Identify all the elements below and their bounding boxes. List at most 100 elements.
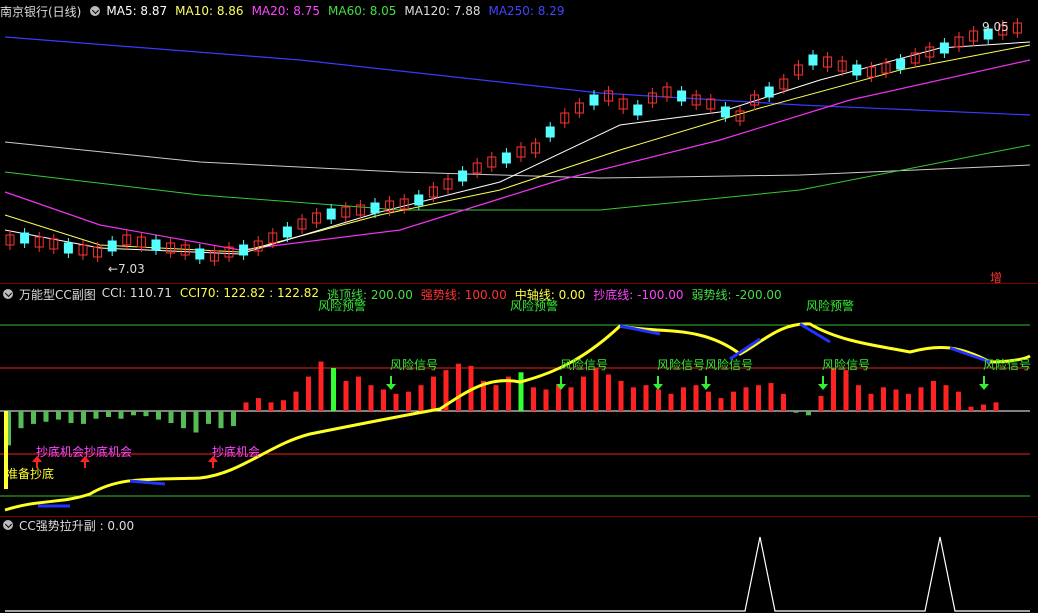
kline-header: 南京银行(日线) MA5: 8.87 MA10: 8.86 MA20: 8.75 MA…: [0, 1, 565, 21]
cci-bar: [518, 372, 524, 411]
cci-legend-item: CCI: 110.71: [101, 285, 172, 300]
candle-body: [545, 126, 555, 138]
cci-bar: [993, 402, 999, 411]
cci-header: 万能型CC副图 CCI: 110.71 CCI70: 122.82 : 122.8…: [0, 284, 782, 304]
warn-signal-label: 风险预警: [806, 298, 854, 313]
cci-title[interactable]: 万能型CC副图: [19, 286, 96, 303]
candle-body: [458, 170, 468, 182]
cci-bar: [618, 380, 624, 411]
candle-body: [720, 106, 730, 118]
cci-bar: [356, 376, 361, 411]
candle-body: [852, 64, 862, 76]
cci-bar: [693, 385, 699, 411]
cci-bar: [406, 391, 411, 411]
candle-body: [808, 54, 818, 66]
surge-title[interactable]: CC强势拉升副 : 0.00: [19, 517, 134, 534]
cci-bar: [106, 411, 111, 418]
cci-bar: [231, 411, 236, 427]
buy-signal-label: 抄底机会: [84, 444, 132, 459]
down-arrow-icon: [818, 376, 828, 390]
cci-bar: [131, 411, 136, 416]
cci-bar: [318, 361, 324, 411]
candle-body: [195, 248, 205, 260]
cci-bar: [981, 404, 986, 411]
cci-bar: [118, 411, 124, 419]
candle-body: [633, 104, 643, 116]
cci-bar: [918, 387, 924, 411]
stock-title[interactable]: 南京银行(日线): [0, 3, 81, 20]
cci-bar: [531, 387, 536, 411]
candle-body: [107, 240, 117, 252]
cci-bar: [393, 393, 399, 411]
ma-legend: MA5: 8.87 MA10: 8.86 MA20: 8.75 MA60: 8.05 M…: [106, 4, 564, 18]
cci-bar: [606, 374, 611, 411]
cci-bar: [168, 411, 174, 424]
cci-bar: [743, 387, 749, 411]
cci-bar: [806, 411, 811, 416]
cci-bar: [718, 398, 724, 411]
cci-bar: [256, 398, 261, 411]
surge-panel[interactable]: CC强势拉升副 : 0.00: [0, 517, 1038, 613]
cci-bar: [218, 411, 224, 429]
cci-bar: [268, 402, 274, 411]
candle-body: [282, 226, 292, 238]
down-arrow-icon: [979, 376, 989, 390]
down-arrow-icon: [701, 376, 711, 390]
cci-bar: [181, 411, 186, 429]
cci-bar: [543, 389, 549, 411]
cci-bar: [331, 368, 336, 411]
surge-line: [5, 536, 1030, 612]
candle-body: [677, 90, 687, 102]
cci-bar: [731, 391, 736, 411]
cci-bar: [831, 368, 836, 411]
cci-bar: [893, 389, 899, 411]
cci-bar: [968, 406, 974, 411]
cci-bar: [643, 385, 649, 411]
risk-signal-label: 风险信号: [657, 357, 705, 372]
cci-bar: [781, 393, 786, 411]
surge-chart: [5, 536, 1030, 612]
kline-panel[interactable]: 南京银行(日线) MA5: 8.87 MA10: 8.86 MA20: 8.75 MA…: [0, 0, 1038, 285]
cci-bar: [281, 400, 286, 411]
kline-chart: [4, 18, 1031, 266]
cci-bar: [843, 370, 849, 411]
cci-legend-item: 逃顶线: 200.00: [327, 287, 413, 302]
candle-body: [326, 208, 336, 220]
cci-bar: [931, 380, 936, 411]
cci-bar: [18, 411, 24, 429]
cci-bar: [93, 411, 99, 419]
ma-legend-item: MA20: 8.75: [251, 4, 320, 18]
candle-body: [896, 58, 906, 70]
cci-bar: [306, 376, 311, 411]
down-arrow-icon: [653, 376, 663, 390]
risk-signal-label: 风险信号: [822, 357, 870, 372]
cci-bar: [756, 385, 761, 411]
cci-bar: [668, 393, 674, 411]
candle-body: [939, 42, 949, 54]
cci-bar: [768, 383, 774, 411]
cci-bar: [81, 411, 86, 424]
risk-signal-label: 风险信号: [983, 357, 1031, 372]
candle-body: [239, 244, 249, 256]
cci-bar: [943, 385, 949, 411]
candle-body: [764, 86, 774, 98]
ma-legend-item: MA5: 8.87: [106, 4, 168, 18]
collapse-icon[interactable]: [3, 520, 13, 530]
cci-bar: [881, 387, 886, 411]
cci-bar: [418, 385, 424, 411]
candle-body: [151, 239, 161, 251]
candle-body: [589, 94, 599, 106]
cci-bar: [343, 380, 349, 411]
cci-panel[interactable]: 风险信号 风险信号 风险信号 风险信号 风险信号 风险信号 抄底机会 抄底机会 抄底机会 准备抄底…: [0, 284, 1038, 516]
cci-legend: CCI: 110.71 CCI70: 122.82 : 122.82 逃顶线: 20…: [102, 286, 782, 303]
cci-bar: [568, 387, 574, 411]
down-arrow-icon: [386, 376, 396, 390]
cci-bar: [793, 411, 799, 413]
cci-bar: [856, 385, 861, 411]
cci-bar: [868, 393, 874, 411]
cci-bar: [631, 387, 636, 411]
low-price-label: ←7.03: [108, 262, 145, 276]
collapse-icon[interactable]: [90, 6, 101, 16]
collapse-icon[interactable]: [3, 289, 13, 299]
ma-legend-item: MA10: 8.86: [175, 4, 244, 18]
